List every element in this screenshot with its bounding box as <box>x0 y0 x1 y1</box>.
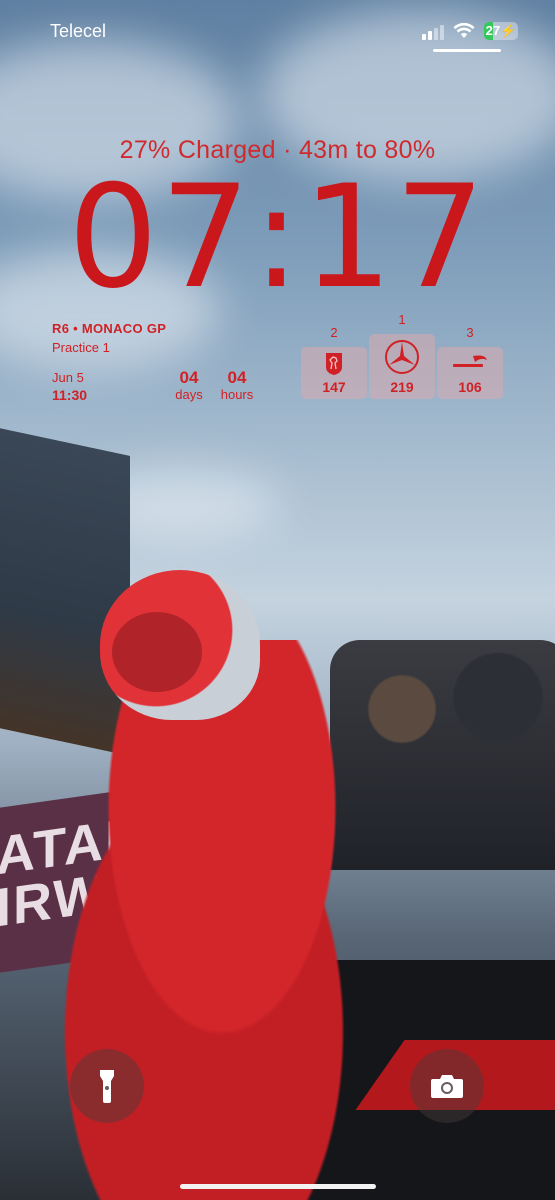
camera-icon <box>431 1075 463 1098</box>
team-card-mclaren: 3 106 <box>437 325 503 399</box>
ferrari-horse-icon <box>326 353 342 375</box>
status-underline <box>433 49 501 52</box>
race-title: R6 • MONACO GP <box>52 321 167 336</box>
battery-icon: 27⚡ <box>484 22 518 40</box>
camera-button[interactable] <box>410 1049 484 1123</box>
flashlight-button[interactable] <box>70 1049 144 1123</box>
flashlight-icon <box>100 1070 114 1103</box>
wifi-icon <box>453 22 475 38</box>
home-indicator[interactable] <box>180 1184 376 1189</box>
countdown-hours: 04 hours <box>220 368 254 402</box>
race-session: Practice 1 <box>52 340 110 355</box>
cellular-signal-icon <box>422 24 446 40</box>
race-time: 11:30 <box>52 387 88 403</box>
team-card-mercedes: 1 219 <box>369 312 435 399</box>
race-date: Jun 5 <box>52 370 84 385</box>
mercedes-star-icon <box>385 340 419 374</box>
countdown-days: 04 days <box>175 368 203 402</box>
carrier-name: Telecel <box>50 21 107 41</box>
status-bar: Telecel 27⚡ <box>0 0 555 70</box>
lock-screen-clock: 07:17 <box>67 155 488 320</box>
team-card-ferrari: 2 147 <box>301 325 367 399</box>
mclaren-logo-icon <box>453 355 487 367</box>
